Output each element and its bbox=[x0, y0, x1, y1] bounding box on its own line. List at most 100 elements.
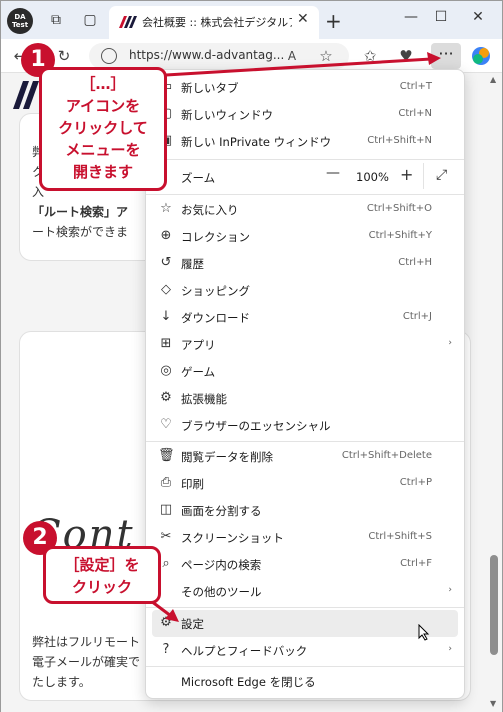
extensions-icon[interactable]: ♥ bbox=[395, 45, 417, 67]
profile-avatar[interactable]: DA Test bbox=[7, 8, 33, 34]
help-icon: ? bbox=[162, 642, 170, 657]
copilot-icon[interactable] bbox=[471, 46, 491, 66]
menu-item-label: ダウンロード bbox=[181, 311, 250, 325]
menu-item-apps[interactable]: ⊞ アプリ › bbox=[146, 331, 464, 358]
menu-item-shortcut: Ctrl+H bbox=[398, 257, 432, 268]
menu-item-close-edge[interactable]: Microsoft Edge を閉じる bbox=[146, 668, 464, 695]
scroll-up-icon[interactable]: ▲ bbox=[490, 75, 496, 84]
refresh-icon[interactable]: ↻ bbox=[53, 45, 75, 67]
workspaces-icon[interactable]: ⧉ bbox=[47, 11, 65, 29]
settings-and-more-menu: ▭ 新しいタブ Ctrl+T ▢ 新しいウィンドウ Ctrl+N ▣ 新しい I… bbox=[145, 69, 465, 699]
menu-item-screenshot[interactable]: ✂ スクリーンショット Ctrl+Shift+S bbox=[146, 524, 464, 551]
menu-item-shortcut: Ctrl+Shift+S bbox=[368, 531, 432, 542]
zoom-divider bbox=[423, 163, 424, 189]
menu-item-label: 設定 bbox=[181, 617, 204, 631]
minimize-button[interactable]: — bbox=[396, 9, 426, 25]
menu-item-settings[interactable]: ⚙ 設定 bbox=[152, 610, 458, 641]
menu-item-label: コレクション bbox=[181, 230, 250, 244]
apps-icon: ⊞ bbox=[160, 336, 172, 351]
menu-item-label: ページ内の検索 bbox=[181, 558, 262, 572]
settings-gear-icon: ⚙ bbox=[160, 615, 172, 630]
close-window-button[interactable]: ✕ bbox=[463, 9, 493, 25]
menu-item-label: 新しい InPrivate ウィンドウ bbox=[181, 135, 332, 149]
menu-item-shortcut: Ctrl+Shift+O bbox=[366, 203, 432, 214]
menu-item-more-tools[interactable]: その他のツール › bbox=[146, 578, 464, 605]
submenu-arrow-icon: › bbox=[448, 585, 452, 595]
tab-active[interactable]: 会社概要 :: 株式会社デジタルアドバンテージ ✕ bbox=[109, 6, 319, 39]
menu-item-label: ズーム bbox=[181, 171, 216, 185]
read-aloud-icon[interactable]: A bbox=[281, 45, 303, 67]
menu-item-label: ショッピング bbox=[181, 284, 250, 298]
menu-item-find-on-page[interactable]: ⌕ ページ内の検索 Ctrl+F bbox=[146, 551, 464, 578]
menu-item-zoom: ズーム — 100% + ⤢ bbox=[146, 161, 464, 193]
screenshot-icon: ✂ bbox=[160, 529, 172, 544]
menu-item-shopping[interactable]: ◇ ショッピング bbox=[146, 277, 464, 304]
menu-separator bbox=[146, 194, 464, 195]
trash-icon: 🗑 bbox=[158, 448, 175, 463]
maximize-button[interactable]: ☐ bbox=[426, 9, 456, 25]
menu-item-new-tab[interactable]: ▭ 新しいタブ Ctrl+T bbox=[146, 74, 464, 101]
site-info-icon[interactable] bbox=[101, 48, 117, 64]
zoom-in-button[interactable]: + bbox=[400, 165, 413, 184]
new-tab-button[interactable]: + bbox=[325, 9, 342, 33]
menu-separator bbox=[146, 666, 464, 667]
menu-item-new-window[interactable]: ▢ 新しいウィンドウ Ctrl+N bbox=[146, 101, 464, 128]
url-text: https://www.d-advantag... bbox=[129, 48, 285, 62]
menu-item-label: 印刷 bbox=[181, 477, 204, 491]
menu-item-help-feedback[interactable]: ? ヘルプとフィードバック › bbox=[146, 637, 464, 664]
zoom-out-button[interactable]: — bbox=[326, 165, 340, 181]
menu-item-history[interactable]: ↺ 履歴 Ctrl+H bbox=[146, 250, 464, 277]
menu-item-label: 拡張機能 bbox=[181, 392, 227, 406]
download-icon: ↓ bbox=[160, 309, 172, 324]
menu-item-shortcut: Ctrl+F bbox=[400, 558, 432, 569]
vertical-tabs-icon[interactable]: ▢ bbox=[81, 11, 99, 29]
menu-item-shortcut: Ctrl+Shift+N bbox=[367, 135, 432, 146]
tab-title: 会社概要 :: 株式会社デジタルアドバンテージ bbox=[142, 16, 292, 29]
menu-item-favorites[interactable]: ☆ お気に入り Ctrl+Shift+O bbox=[146, 196, 464, 223]
scroll-down-icon[interactable]: ▼ bbox=[490, 699, 496, 708]
settings-and-more-button[interactable]: ··· bbox=[431, 43, 461, 69]
split-screen-icon: ◫ bbox=[159, 502, 173, 517]
shopping-tag-icon: ◇ bbox=[161, 282, 171, 297]
favorites-icon[interactable]: ✩ bbox=[359, 45, 381, 67]
menu-item-label: 閲覧データを削除 bbox=[181, 450, 273, 464]
menu-item-shortcut: Ctrl+J bbox=[402, 311, 432, 322]
menu-item-shortcut: Ctrl+N bbox=[398, 108, 432, 119]
page-text-line: 電子メールが確実で bbox=[32, 655, 141, 669]
title-bar: DA Test ⧉ ▢ 会社概要 :: 株式会社デジタルアドバンテージ ✕ + … bbox=[1, 1, 502, 39]
menu-separator bbox=[146, 607, 464, 608]
step-2-callout: ［設定］を クリック bbox=[43, 546, 161, 604]
games-icon: ◎ bbox=[160, 363, 172, 378]
menu-item-label: Microsoft Edge を閉じる bbox=[181, 675, 316, 689]
menu-item-clear-browsing-data[interactable]: 🗑 閲覧データを削除 Ctrl+Shift+Delete bbox=[146, 443, 464, 470]
browser-window: DA Test ⧉ ▢ 会社概要 :: 株式会社デジタルアドバンテージ ✕ + … bbox=[0, 0, 503, 712]
menu-item-inprivate-window[interactable]: ▣ 新しい InPrivate ウィンドウ Ctrl+Shift+N bbox=[146, 128, 464, 155]
favorite-star-icon[interactable]: ☆ bbox=[315, 45, 337, 67]
fullscreen-icon[interactable]: ⤢ bbox=[436, 167, 447, 183]
menu-item-split-screen[interactable]: ◫ 画面を分割する bbox=[146, 497, 464, 524]
menu-item-label: 画面を分割する bbox=[181, 504, 262, 518]
menu-item-downloads[interactable]: ↓ ダウンロード Ctrl+J bbox=[146, 304, 464, 331]
address-bar[interactable]: https://www.d-advantag... bbox=[89, 43, 349, 69]
site-logo-icon bbox=[119, 16, 137, 28]
menu-item-browser-essentials[interactable]: ♡ ブラウザーのエッセンシャル bbox=[146, 412, 464, 439]
menu-item-label: スクリーンショット bbox=[181, 531, 284, 545]
submenu-arrow-icon: › bbox=[448, 644, 452, 654]
scroll-thumb[interactable] bbox=[490, 555, 498, 655]
tab-close-icon[interactable]: ✕ bbox=[297, 11, 309, 27]
menu-item-collections[interactable]: ⊕ コレクション Ctrl+Shift+Y bbox=[146, 223, 464, 250]
print-icon: ⎙ bbox=[160, 475, 172, 490]
menu-item-label: ヘルプとフィードバック bbox=[181, 644, 308, 658]
menu-item-label: ゲーム bbox=[181, 365, 216, 379]
extensions-puzzle-icon: ⚙ bbox=[160, 390, 172, 405]
menu-item-extensions[interactable]: ⚙ 拡張機能 bbox=[146, 385, 464, 412]
menu-item-label: 履歴 bbox=[181, 257, 204, 271]
menu-item-label: その他のツール bbox=[181, 585, 262, 599]
page-scrollbar[interactable]: ▲ ▼ bbox=[486, 73, 502, 712]
menu-item-label: お気に入り bbox=[181, 203, 239, 217]
page-text-line: 「ルート検索」ア bbox=[32, 205, 129, 219]
submenu-arrow-icon: › bbox=[448, 338, 452, 348]
step-1-callout: ［…］ アイコンを クリックして メニューを 開きます bbox=[39, 67, 167, 191]
menu-item-games[interactable]: ◎ ゲーム bbox=[146, 358, 464, 385]
menu-item-print[interactable]: ⎙ 印刷 Ctrl+P bbox=[146, 470, 464, 497]
